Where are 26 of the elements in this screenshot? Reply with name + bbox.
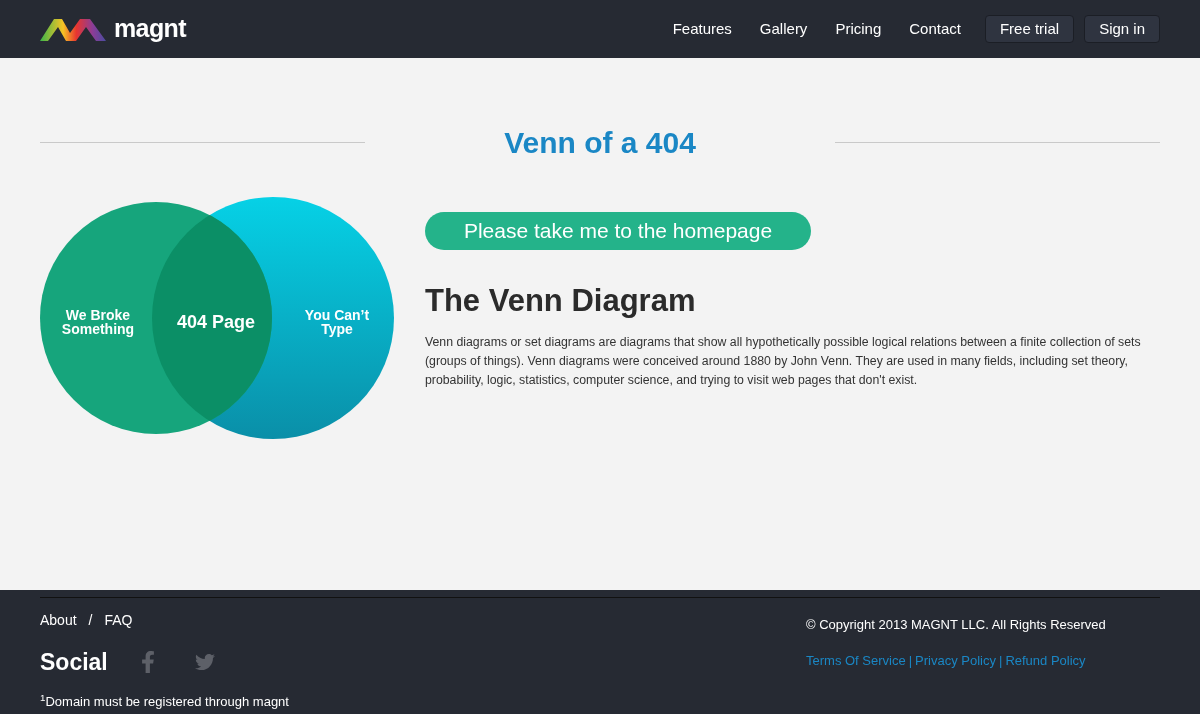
section-heading: The Venn Diagram (425, 282, 697, 320)
footer-link[interactable]: About (40, 610, 77, 631)
link-separator: | (999, 651, 1003, 670)
page-title: Venn of a 404 (503, 125, 697, 161)
header-button[interactable]: Sign in (1084, 15, 1160, 43)
link-separator: | (908, 651, 913, 670)
venn-label: 404 Page (175, 311, 257, 334)
nav-link[interactable]: Pricing (835, 17, 882, 41)
venn-label: We Broke Something (60, 308, 136, 336)
link-separator: / (88, 611, 93, 630)
nav-link[interactable]: Contact (909, 17, 961, 41)
footnote: $^{1}$Domain must be registered through magnt (40, 691, 289, 711)
nav-link[interactable]: Gallery (759, 17, 808, 41)
footer-link[interactable]: FAQ (104, 610, 133, 631)
nav-link[interactable]: Features (672, 17, 732, 41)
logo-text: magnt (114, 13, 186, 45)
header-button[interactable]: Free trial (984, 15, 1075, 43)
legal-link[interactable]: Terms Of Service (806, 650, 906, 670)
legal-link[interactable]: Privacy Policy (915, 650, 996, 670)
venn-label: You Can’t Type (303, 308, 371, 336)
copyright-text: © Copyright 2013 MAGNT LLC. All Rights Reserved (806, 616, 1107, 634)
social-label: Social (40, 648, 108, 677)
logo-icon (40, 17, 106, 41)
twitter-icon[interactable] (193, 652, 216, 673)
legal-link[interactable]: Refund Policy (1005, 650, 1086, 670)
description-paragraph: Venn diagrams or set diagrams are diagrams that show all hypothetically possible logical relations between a finite collection of sets (groups of things). Venn diagrams were conceived around 1880 by John Venn. They are used in many fields, including set theory, probability, logic, statistics, computer science, and trying to visit web pages that don't exist. (425, 333, 1142, 389)
